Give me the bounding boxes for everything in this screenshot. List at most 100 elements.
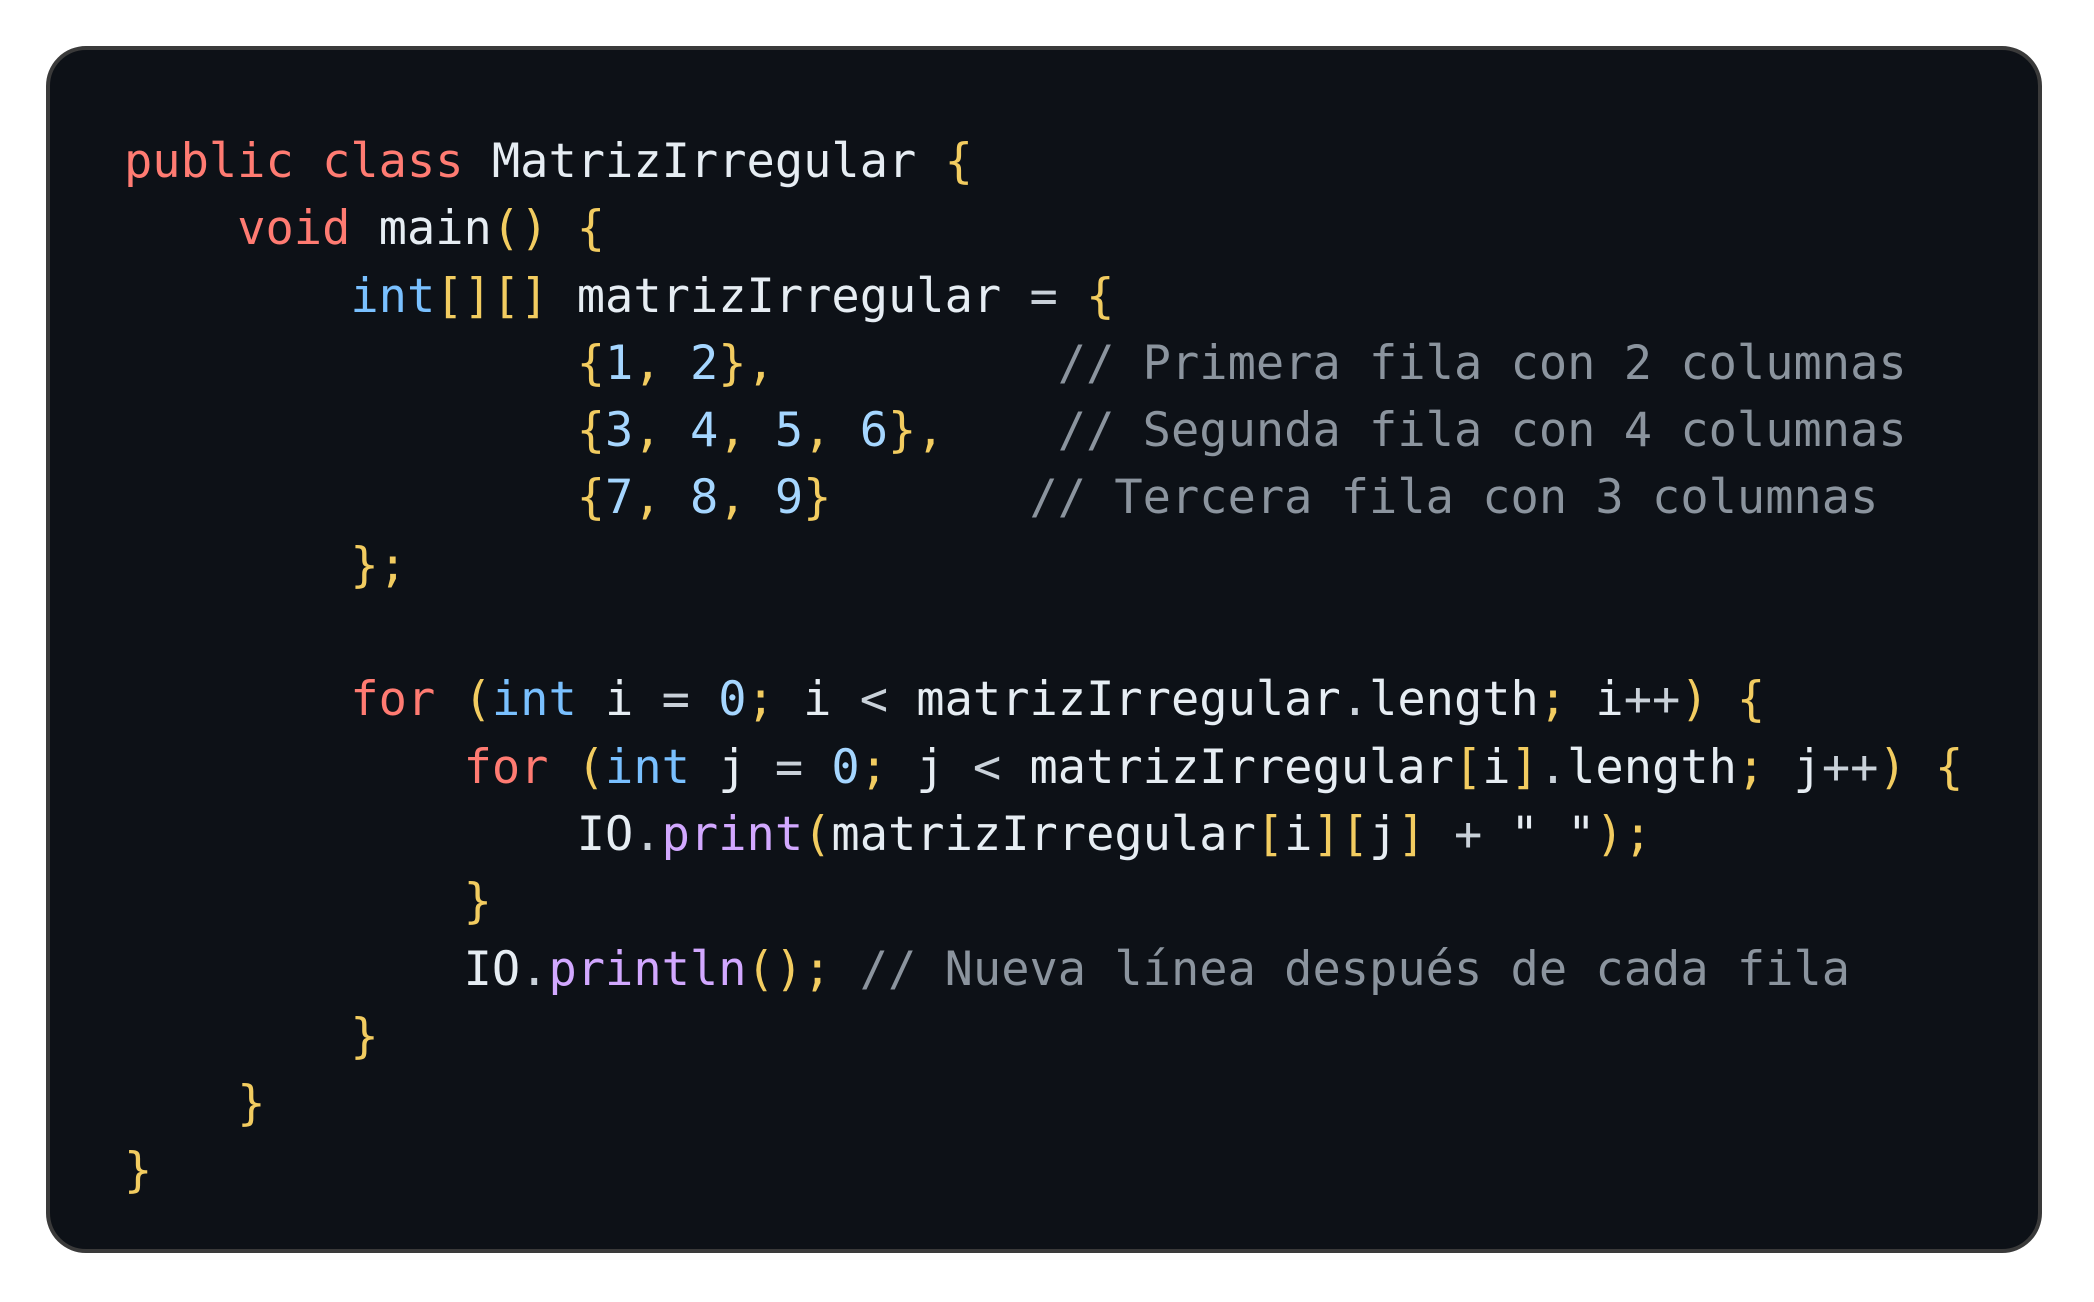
code-token: int <box>605 739 690 795</box>
code-comment: // Tercera fila con 3 columnas <box>1029 470 1879 526</box>
code-token: { <box>576 201 606 257</box>
code-token: ) <box>1680 672 1709 728</box>
code-comment: // Primera fila con 2 columnas <box>1057 335 1907 391</box>
code-line: }; <box>124 532 1963 599</box>
code-token: for <box>463 739 549 795</box>
code-line: {3, 4, 5, 6}, // Segunda fila con 4 colu… <box>124 397 1963 464</box>
code-token: } <box>463 874 492 930</box>
code-token: IO <box>463 941 521 997</box>
code-token: public <box>124 134 294 189</box>
code-token: { <box>1935 739 1964 795</box>
code-line: {1, 2}, // Primera fila con 2 columnas <box>124 330 1963 397</box>
code-token: , <box>633 470 690 526</box>
code-token: matrizIrregular <box>888 672 1341 728</box>
code-token: j <box>1369 806 1398 862</box>
code-token: , <box>718 470 775 526</box>
code-token: main <box>378 201 492 257</box>
code-token: [][] <box>435 268 549 324</box>
code-token: j <box>1765 739 1822 795</box>
code-token: 6 <box>859 403 889 459</box>
code-token: < <box>859 672 889 728</box>
code-line: } <box>124 1137 1963 1204</box>
code-token: ); <box>1595 806 1653 862</box>
code-token: ; <box>859 739 889 795</box>
code-token: { <box>576 470 606 526</box>
code-token: , <box>633 403 690 459</box>
code-comment: // Segunda fila con 4 columnas <box>1057 403 1907 459</box>
code-token: int <box>491 672 577 728</box>
code-line: IO.print(matrizIrregular[i][j] + " "); <box>124 801 1963 868</box>
code-token: ) <box>1878 739 1907 795</box>
code-token: ][ <box>1312 806 1370 862</box>
code-line: } <box>124 868 1963 935</box>
code-token: = <box>661 672 690 728</box>
code-token: ; <box>1736 739 1766 795</box>
code-token: 4 <box>689 403 719 459</box>
code-token: length <box>1567 739 1737 795</box>
code-token: println <box>548 941 747 997</box>
code-line: for (int j = 0; j < matrizIrregular[i].l… <box>124 734 1964 801</box>
code-token: 0 <box>831 739 860 795</box>
code-token: ( <box>463 672 492 728</box>
code-token: . <box>633 806 662 862</box>
code-line: } <box>124 1003 1963 1070</box>
code-token: < <box>972 739 1002 795</box>
code-line: IO.println(); // Nueva línea después de … <box>124 936 1963 1003</box>
code-token: { <box>1736 672 1766 728</box>
code-token: ++ <box>1821 739 1879 795</box>
code-token: i <box>576 672 662 728</box>
code-line: public class MatrizIrregular { <box>124 128 1963 195</box>
code-token: { <box>576 335 606 391</box>
code-token: } <box>803 470 832 526</box>
code-token: { <box>1086 268 1115 324</box>
code-token: ] <box>1397 806 1426 862</box>
code-token: for <box>350 672 436 728</box>
code-token: print <box>661 806 804 862</box>
code-token: IO <box>576 806 634 862</box>
code-token: 8 <box>689 470 719 526</box>
code-token: i <box>1567 672 1624 728</box>
code-token: j <box>689 739 775 795</box>
code-token: 3 <box>605 403 634 459</box>
code-token: . <box>520 941 549 997</box>
code-token: }, <box>718 335 775 391</box>
code-token: }; <box>350 537 407 593</box>
code-token: ; <box>746 672 775 728</box>
code-line: void main() { <box>124 195 1963 262</box>
code-token: int <box>350 268 436 324</box>
code-token: MatrizIrregular <box>491 134 917 189</box>
code-token: 0 <box>718 672 747 728</box>
code-token: [ <box>1453 739 1483 795</box>
code-token: " " <box>1510 806 1596 862</box>
code-token: i <box>774 672 860 728</box>
code-token: matrizIrregular <box>576 268 1002 324</box>
code-token: }, <box>888 403 945 459</box>
code-token: ] <box>1510 739 1539 795</box>
code-token: i <box>1482 739 1511 795</box>
code-token: class <box>322 134 464 189</box>
code-token: ( <box>803 806 832 862</box>
code-token: ; <box>1538 672 1568 728</box>
code-token: } <box>124 1143 153 1199</box>
code-token: () <box>491 201 549 257</box>
code-token: 2 <box>689 335 719 391</box>
